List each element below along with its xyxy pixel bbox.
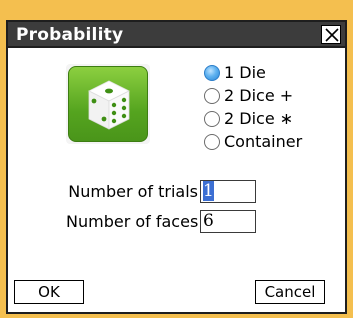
radio-label-1-die: 1 Die	[224, 63, 266, 82]
radio-unselected-icon[interactable]	[204, 88, 220, 104]
dialog-title: Probability	[16, 25, 124, 45]
close-button[interactable]	[321, 25, 341, 44]
dice-image	[66, 64, 150, 144]
trials-label: Number of trials	[68, 182, 198, 201]
close-icon	[325, 28, 339, 42]
dice-icon	[88, 80, 130, 130]
radio-label-container: Container	[224, 132, 303, 151]
ok-button[interactable]: OK	[14, 280, 84, 304]
probability-dialog: Probability 1 Die 2 Dice + 2 Dice ∗ Cont…	[6, 20, 347, 314]
trials-value: 1	[203, 181, 214, 201]
radio-option-container[interactable]: Container	[204, 131, 344, 153]
faces-label: Number of faces	[66, 212, 199, 231]
trials-input[interactable]: 1	[200, 180, 256, 203]
radio-label-2-dice-plus: 2 Dice +	[224, 86, 294, 105]
radio-option-2-dice-plus[interactable]: 2 Dice +	[204, 85, 344, 107]
radio-selected-icon[interactable]	[204, 65, 220, 81]
cancel-button[interactable]: Cancel	[255, 280, 325, 304]
title-bar: Probability	[8, 22, 345, 48]
radio-unselected-icon[interactable]	[204, 111, 220, 127]
faces-value: 6	[203, 211, 214, 231]
radio-unselected-icon[interactable]	[204, 134, 220, 150]
radio-option-2-dice-times[interactable]: 2 Dice ∗	[204, 108, 344, 130]
radio-option-1-die[interactable]: 1 Die	[204, 62, 344, 84]
screen-background: Probability 1 Die 2 Dice + 2 Dice ∗ Cont…	[0, 0, 353, 318]
radio-label-2-dice-times: 2 Dice ∗	[224, 109, 294, 128]
dice-tile	[68, 66, 148, 142]
faces-input[interactable]: 6	[200, 210, 256, 233]
